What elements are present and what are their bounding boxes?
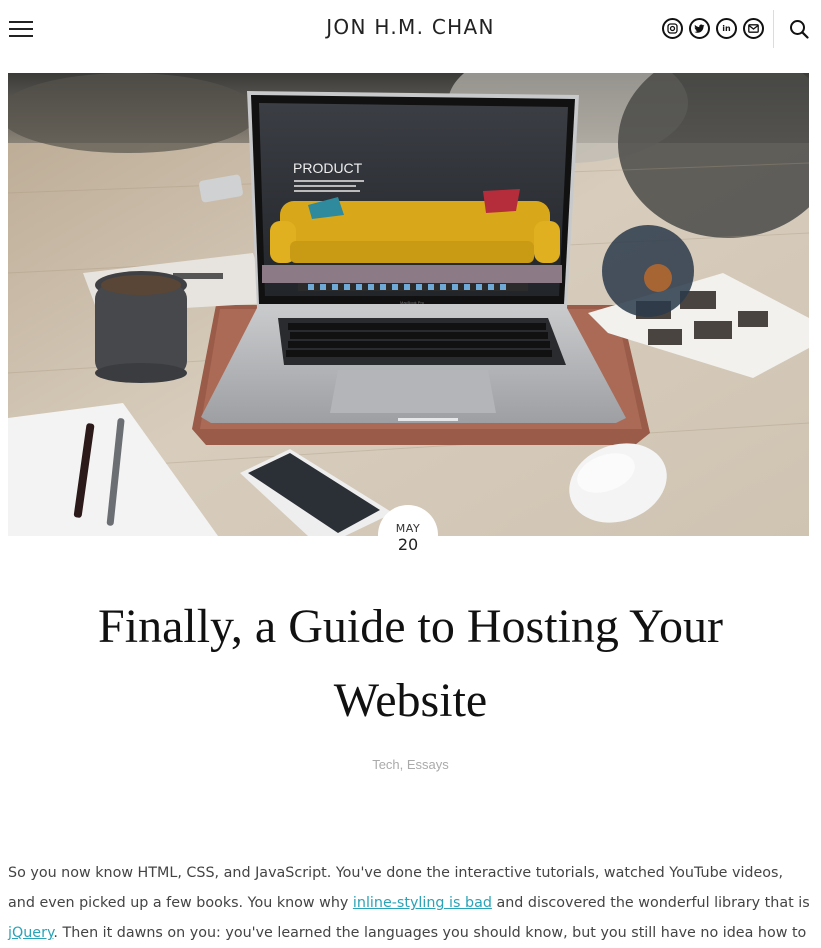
post-date-day: 20 [397,535,419,554]
category-link-tech[interactable]: Tech [372,757,399,772]
post-title-line1: Finally, a Guide to Hosting Your [98,600,723,653]
email-icon[interactable] [743,18,764,39]
screen-heading: PRODUCT [293,160,363,176]
social-links: in [662,18,764,39]
search-icon[interactable] [789,19,809,39]
body-text-segment: . Then it dawns on you: you've learned t… [53,925,807,941]
post-date-badge: MAY 20 [378,505,438,565]
post-title-line2: Website [333,674,488,727]
category-link-essays[interactable]: Essays [407,757,449,772]
header-divider [773,10,774,48]
linkedin-icon[interactable]: in [716,18,737,39]
laptop-label: MacBook Pro [400,300,425,305]
inline-styling-link[interactable]: inline-styling is bad [353,895,492,911]
post-categories: Tech, Essays [0,757,821,772]
category-separator: , [399,757,407,772]
twitter-icon[interactable] [689,18,710,39]
body-text-segment: and discovered the wonderful library tha… [491,895,810,911]
jquery-link[interactable]: jQuery [8,925,53,941]
instagram-icon[interactable] [662,18,683,39]
post-body-paragraph: So you now know HTML, CSS, and JavaScrip… [8,858,813,948]
hero-image: PRODUCT MacBook Pro [8,73,809,536]
post-date-month: MAY [395,522,421,535]
site-header: JON H.M. CHAN in [0,0,821,58]
post-title: Finally, a Guide to Hosting Your Website [40,590,781,738]
